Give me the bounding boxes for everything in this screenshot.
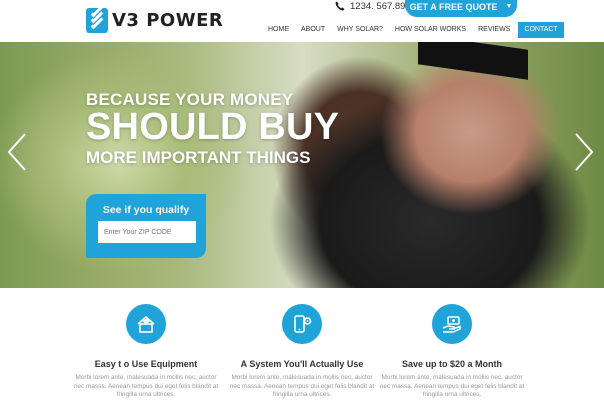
main-nav: HOME ABOUT WHY SOLAR? HOW SOLAR WORKS RE…: [262, 22, 564, 38]
get-free-quote-button[interactable]: GET A FREE QUOTE ▼: [405, 0, 517, 17]
qualify-form: See if you qualify: [86, 194, 206, 258]
hero-line-3: MORE IMPORTANT THINGS: [86, 148, 311, 167]
feature-title: Save up to $20 a Month: [401, 359, 503, 369]
quote-button-label: GET A FREE QUOTE: [409, 1, 498, 12]
qualify-title: See if you qualify: [102, 204, 190, 216]
phone-text: 1234. 567.890: [350, 0, 411, 12]
feature-title: A System You'll Actually Use: [240, 359, 364, 369]
slider-prev-button[interactable]: [6, 132, 28, 172]
hero-banner: BECAUSE YOUR MONEY SHOULD BUY MORE IMPOR…: [0, 42, 604, 288]
solar-house-icon: [126, 304, 166, 344]
logo[interactable]: V3 POWER: [86, 4, 224, 33]
chevron-left-icon: [7, 133, 26, 171]
nav-contact[interactable]: CONTACT: [518, 22, 564, 38]
feature-save-money: Save up to $20 a Month Morbi lorem ante,…: [377, 304, 527, 400]
features-section: Easy t o Use Equipment Morbi lorem ante,…: [0, 288, 604, 403]
phone-number[interactable]: 1234. 567.890: [335, 0, 411, 13]
chevron-right-icon: [575, 133, 594, 171]
feature-title: Easy t o Use Equipment: [94, 359, 198, 369]
nav-reviews[interactable]: REVIEWS: [472, 22, 516, 38]
nav-about[interactable]: ABOUT: [295, 22, 331, 38]
money-hand-icon: [432, 304, 472, 344]
phone-icon: [335, 1, 345, 11]
feature-description: Morbi lorem ante, malesuada in mollis ne…: [229, 374, 375, 398]
nav-how-solar-works[interactable]: HOW SOLAR WORKS: [389, 22, 472, 38]
logo-mark-icon: [86, 4, 108, 33]
zip-code-input[interactable]: [98, 221, 196, 243]
mobile-settings-icon: [282, 304, 322, 344]
hero-photo-graduation-cap: [418, 42, 528, 80]
feature-easy-equipment: Easy t o Use Equipment Morbi lorem ante,…: [71, 304, 221, 400]
chevron-down-icon: ▼: [505, 3, 513, 10]
logo-text: V3 POWER: [112, 10, 224, 31]
hero-headline: SHOULD BUY: [86, 106, 340, 148]
feature-system-use: A System You'll Actually Use Morbi lorem…: [227, 304, 377, 400]
slider-next-button[interactable]: [573, 132, 595, 172]
feature-description: Morbi lorem ante, malesuada in mollis ne…: [73, 374, 219, 398]
site-header: V3 POWER 1234. 567.890 GET A FREE QUOTE …: [0, 0, 604, 42]
nav-why-solar[interactable]: WHY SOLAR?: [331, 22, 389, 38]
feature-description: Morbi lorem ante, malesuada in mollis ne…: [379, 374, 525, 398]
nav-home[interactable]: HOME: [262, 22, 295, 38]
